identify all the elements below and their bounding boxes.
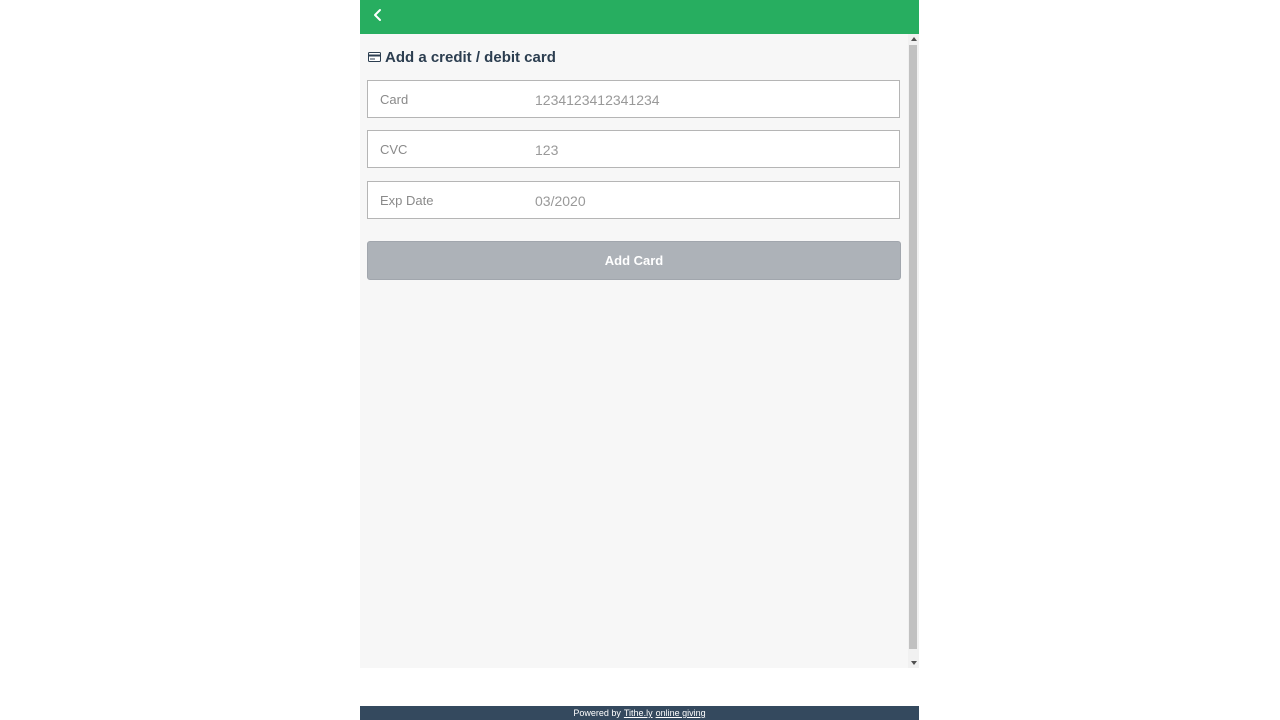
form-content: Add a credit / debit card Card CVC Exp D… bbox=[360, 34, 908, 668]
back-button[interactable] bbox=[366, 5, 390, 29]
card-number-field[interactable]: Card bbox=[367, 80, 900, 118]
cvc-field[interactable]: CVC bbox=[367, 130, 900, 168]
top-bar bbox=[360, 0, 919, 34]
chevron-left-icon bbox=[372, 8, 384, 27]
scroll-up-arrow-icon[interactable] bbox=[908, 34, 919, 44]
exp-date-label: Exp Date bbox=[380, 193, 434, 208]
exp-date-input[interactable] bbox=[535, 193, 885, 209]
scroll-down-arrow-icon[interactable] bbox=[908, 658, 919, 668]
credit-card-icon bbox=[368, 49, 381, 66]
cvc-input[interactable] bbox=[535, 142, 885, 158]
exp-date-field[interactable]: Exp Date bbox=[367, 181, 900, 219]
add-card-button[interactable]: Add Card bbox=[367, 241, 901, 280]
scrollbar-thumb[interactable] bbox=[909, 45, 917, 649]
cvc-label: CVC bbox=[380, 142, 408, 157]
card-number-label: Card bbox=[380, 92, 409, 107]
tithely-link[interactable]: Tithe.ly bbox=[624, 708, 653, 718]
card-number-input[interactable] bbox=[535, 92, 885, 108]
footer-prefix: Powered by bbox=[573, 708, 621, 718]
giving-panel: Add a credit / debit card Card CVC Exp D… bbox=[360, 0, 919, 720]
form-heading: Add a credit / debit card bbox=[368, 48, 556, 66]
page-title: Add a credit / debit card bbox=[385, 48, 556, 66]
online-giving-link[interactable]: online giving bbox=[656, 708, 706, 718]
powered-by-footer: Powered by Tithe.ly online giving bbox=[360, 706, 919, 720]
vertical-scrollbar[interactable] bbox=[908, 34, 919, 668]
